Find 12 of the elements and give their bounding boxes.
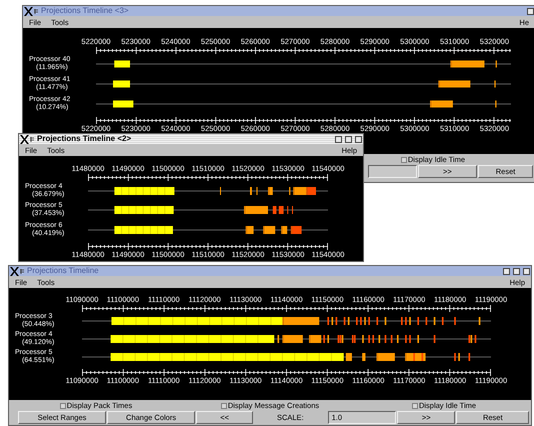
checkbox[interactable]: [412, 402, 418, 408]
checkbox[interactable]: [220, 402, 227, 408]
window-title: Projections Timeline <3>: [41, 6, 130, 16]
scale-field[interactable]: [368, 165, 417, 178]
x-logo-icon: [24, 6, 38, 16]
x-logo-icon: [20, 134, 34, 144]
checkbox[interactable]: [60, 402, 66, 408]
x-logo-icon: [10, 266, 24, 276]
checkbox[interactable]: [400, 156, 407, 162]
window-control-icon[interactable]: [527, 8, 534, 14]
window-title: Projections Timeline <2>: [37, 134, 132, 144]
window-title: Projections Timeline: [27, 266, 100, 276]
